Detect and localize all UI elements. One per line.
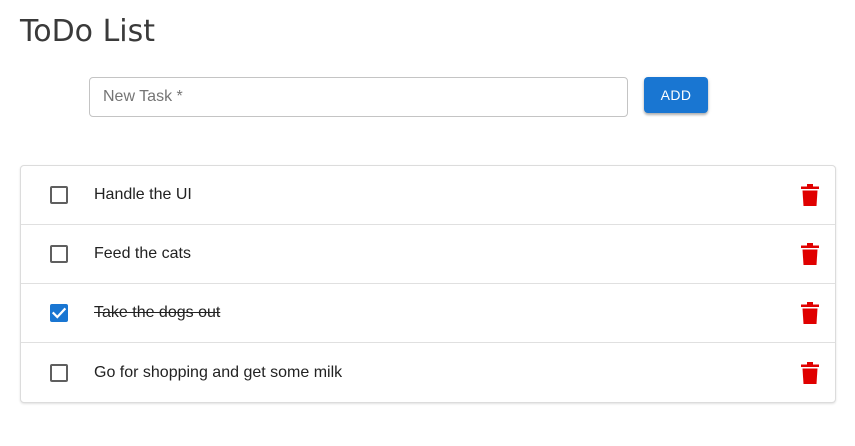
delete-task-button[interactable] [801, 361, 819, 384]
trash-icon [801, 361, 819, 384]
task-label: Feed the cats [94, 245, 191, 262]
trash-icon [801, 184, 819, 206]
checkmark-icon [52, 307, 66, 319]
trash-icon [801, 302, 819, 324]
task-label: Handle the UI [94, 186, 192, 203]
task-checkbox[interactable] [50, 186, 68, 204]
new-task-input[interactable] [89, 77, 628, 117]
task-checkbox[interactable] [50, 363, 68, 382]
task-checkbox-checked[interactable] [50, 304, 68, 322]
task-label: Go for shopping and get some milk [94, 363, 343, 381]
task-list: Handle the UI Feed the cats Take the dog [20, 165, 836, 403]
task-row: Feed the cats [21, 225, 835, 284]
trash-icon [801, 243, 819, 265]
delete-task-button[interactable] [801, 302, 819, 324]
delete-task-button[interactable] [801, 243, 819, 265]
task-row: Take the dogs out [21, 284, 835, 343]
delete-task-button[interactable] [801, 184, 819, 206]
task-checkbox[interactable] [50, 245, 68, 263]
task-row: Handle the UI [21, 166, 835, 225]
task-row: Go for shopping and get some milk [21, 343, 835, 402]
task-label: Take the dogs out [94, 304, 221, 321]
page-title: ToDo List [20, 14, 156, 49]
add-task-button[interactable]: ADD [644, 77, 708, 113]
